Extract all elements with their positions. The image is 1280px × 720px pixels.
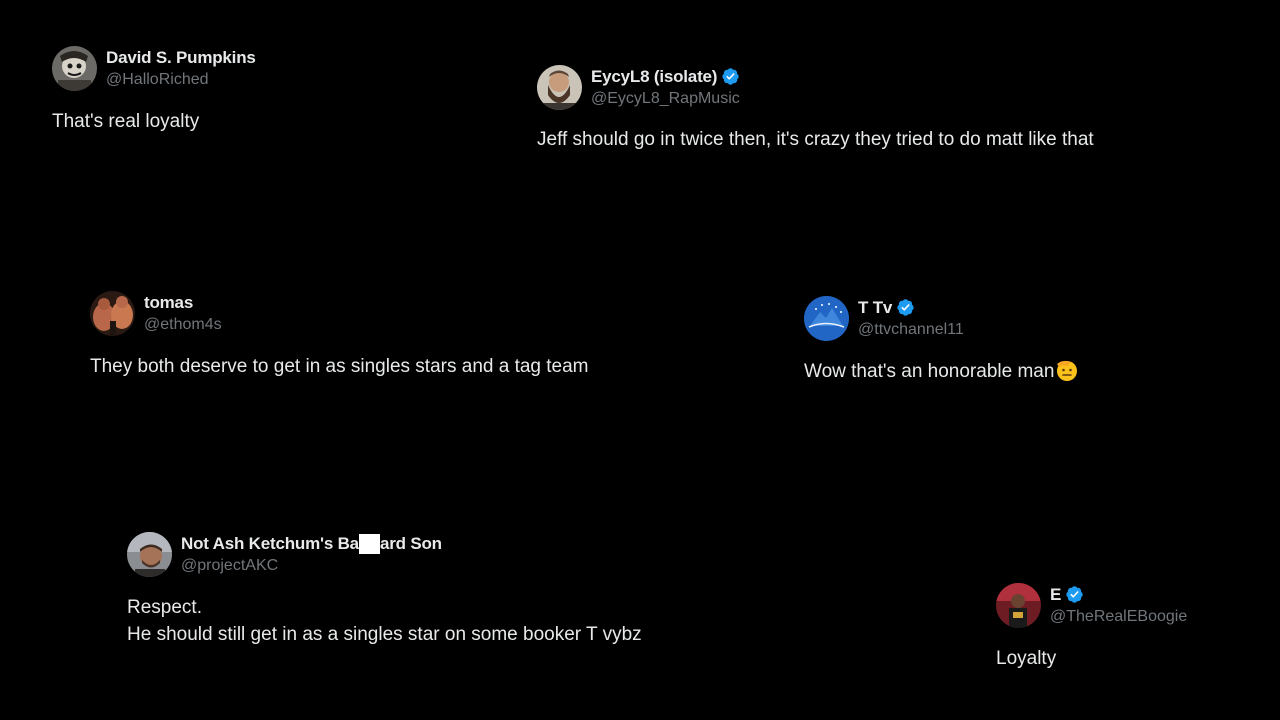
verified-badge-icon <box>1065 585 1084 604</box>
tweet-header: David S. Pumpkins @HalloRiched <box>52 46 256 91</box>
tweet-user-info: E @TheRealEBoogie <box>1050 584 1187 628</box>
tweet-header: EycyL8 (isolate) @EycyL8_RapMusic <box>537 65 1094 110</box>
tweet-text: That's real loyalty <box>52 111 200 132</box>
user-handle[interactable]: @TheRealEBoogie <box>1050 606 1187 628</box>
display-name-text-end: ard Son <box>379 533 442 553</box>
avatar[interactable] <box>804 296 849 341</box>
tweet-text: Respect. He should still get in as a sin… <box>127 594 642 648</box>
display-name[interactable]: Not Ash Ketchum's Ba ard Son <box>181 533 442 555</box>
tweet-text-content: Wow that's an honorable man <box>804 361 1055 382</box>
avatar[interactable] <box>996 583 1041 628</box>
tweet-text-line: He should still get in as a singles star… <box>127 624 642 645</box>
tweet-collage: David S. Pumpkins @HalloRiched That's re… <box>0 0 1280 720</box>
user-handle[interactable]: @ttvchannel11 <box>858 319 964 341</box>
user-handle[interactable]: @EycyL8_RapMusic <box>591 88 740 110</box>
tweet-header: tomas @ethom4s <box>90 291 589 336</box>
display-name-text: E <box>1050 584 1062 604</box>
user-handle[interactable]: @ethom4s <box>144 314 222 336</box>
tweet-card: EycyL8 (isolate) @EycyL8_RapMusic Jeff s… <box>537 65 1094 153</box>
tweet-user-info: Not Ash Ketchum's Ba ard Son @projectAKC <box>181 533 442 577</box>
avatar[interactable] <box>127 532 172 577</box>
verified-badge-icon <box>896 298 915 317</box>
tweet-user-info: EycyL8 (isolate) @EycyL8_RapMusic <box>591 66 740 110</box>
display-name-text: tomas <box>144 292 194 312</box>
tweet-text: Jeff should go in twice then, it's crazy… <box>537 129 1094 150</box>
tweet-header: E @TheRealEBoogie <box>996 583 1187 628</box>
tweet-user-info: David S. Pumpkins @HalloRiched <box>106 47 256 91</box>
user-handle[interactable]: @HalloRiched <box>106 69 256 91</box>
tweet-card: tomas @ethom4s They both deserve to get … <box>90 291 589 380</box>
avatar[interactable] <box>52 46 97 91</box>
tweet-text: Wow that's an honorable man <box>804 358 1079 385</box>
tweet-text: Loyalty <box>996 648 1057 669</box>
tweet-card: T Tv @ttvchannel11 Wow that's an honorab… <box>804 296 1079 385</box>
tweet-text: They both deserve to get in as singles s… <box>90 356 589 377</box>
display-name[interactable]: E <box>1050 584 1187 606</box>
display-name[interactable]: David S. Pumpkins <box>106 47 256 69</box>
user-handle[interactable]: @projectAKC <box>181 555 442 577</box>
display-name-text: Not Ash Ketchum's Ba <box>181 533 359 553</box>
saluting-face-icon <box>1055 358 1079 382</box>
display-name[interactable]: tomas <box>144 292 222 314</box>
tweet-card: David S. Pumpkins @HalloRiched That's re… <box>52 46 256 135</box>
display-name-text: T Tv <box>858 297 893 317</box>
tweet-header: Not Ash Ketchum's Ba ard Son @projectAKC <box>127 532 642 577</box>
tweet-text-line: Respect. <box>127 597 202 618</box>
avatar[interactable] <box>90 291 135 336</box>
verified-badge-icon <box>721 67 740 86</box>
display-name-text: David S. Pumpkins <box>106 47 256 67</box>
censor-bar <box>358 533 380 554</box>
tweet-user-info: tomas @ethom4s <box>144 292 222 336</box>
display-name[interactable]: EycyL8 (isolate) <box>591 66 740 88</box>
tweet-header: T Tv @ttvchannel11 <box>804 296 1079 341</box>
tweet-card: E @TheRealEBoogie Loyalty <box>996 583 1187 672</box>
display-name[interactable]: T Tv <box>858 297 964 319</box>
avatar[interactable] <box>537 65 582 110</box>
display-name-text: EycyL8 (isolate) <box>591 66 718 86</box>
tweet-user-info: T Tv @ttvchannel11 <box>858 297 964 341</box>
tweet-card: Not Ash Ketchum's Ba ard Son @projectAKC … <box>127 532 642 648</box>
